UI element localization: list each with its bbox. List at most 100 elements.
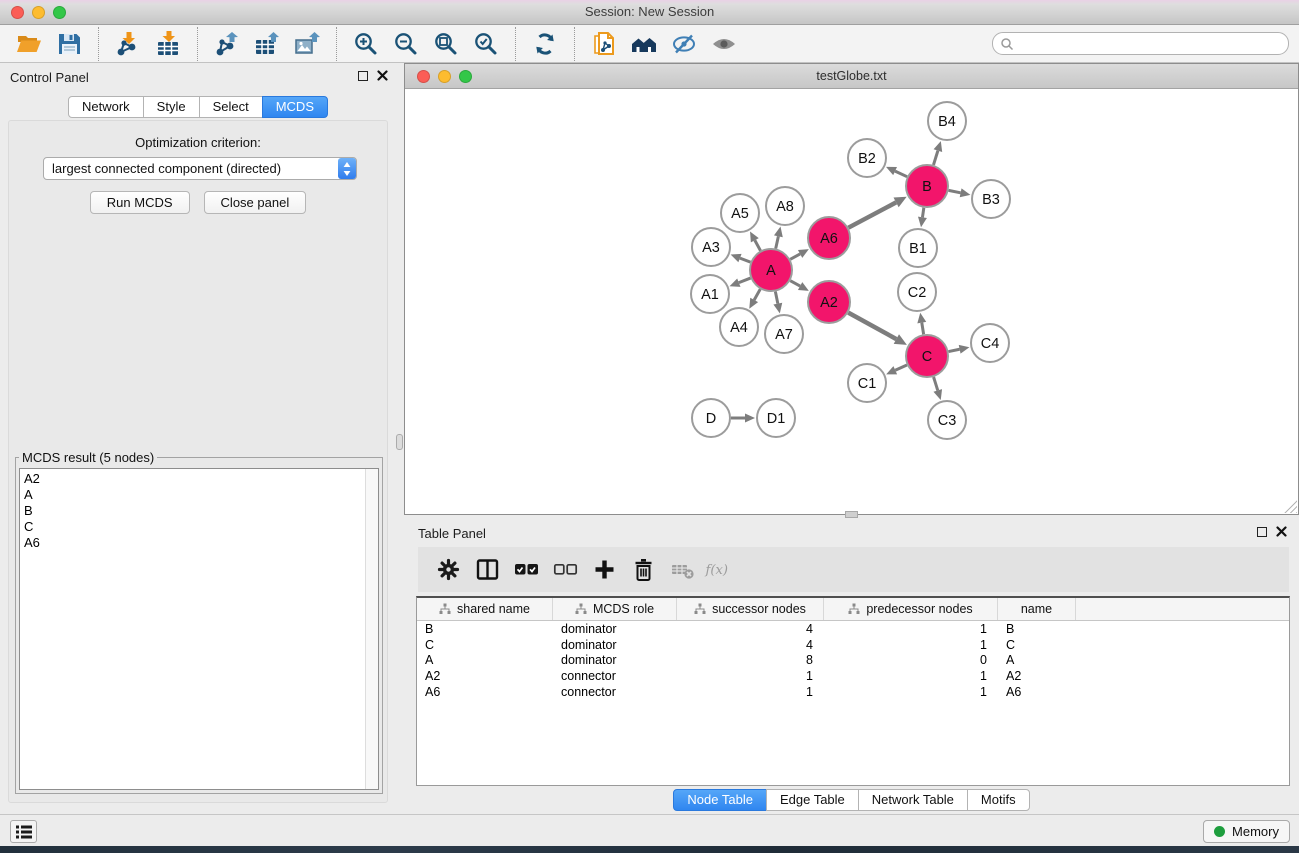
graph-node-C3[interactable]: C3	[928, 401, 966, 439]
tab-network-table[interactable]: Network Table	[858, 789, 968, 811]
graph-node-D[interactable]: D	[692, 399, 730, 437]
export-table-icon[interactable]	[247, 29, 287, 59]
graph-node-A3[interactable]: A3	[692, 228, 730, 266]
graph-edge-A-A4[interactable]	[749, 289, 760, 309]
graph-edge-A-A2[interactable]	[790, 281, 809, 291]
graph-node-B3[interactable]: B3	[972, 180, 1010, 218]
tab-style[interactable]: Style	[143, 96, 200, 118]
graph-edge-A2-C[interactable]	[848, 313, 907, 345]
table-cell[interactable]: 1	[824, 621, 998, 637]
optimization-criterion-select[interactable]: largest connected component (directed)	[43, 157, 357, 180]
graph-node-B1[interactable]: B1	[899, 229, 937, 267]
function-builder-icon[interactable]: f(x)	[704, 554, 738, 586]
refresh-layout-icon[interactable]	[525, 29, 565, 59]
close-panel-icon[interactable]	[377, 70, 388, 81]
mcds-result-item[interactable]: B	[20, 503, 378, 519]
table-row[interactable]: Cdominator41C	[417, 637, 1289, 653]
table-cell[interactable]: 4	[677, 621, 824, 637]
zoom-out-icon[interactable]	[386, 29, 426, 59]
tab-node-table[interactable]: Node Table	[673, 789, 767, 811]
graph-node-A7[interactable]: A7	[765, 315, 803, 353]
graph-edge-C-C3[interactable]	[933, 377, 942, 400]
table-float-panel-icon[interactable]	[1257, 527, 1267, 537]
close-panel-button[interactable]: Close panel	[204, 191, 307, 214]
graph-node-A1[interactable]: A1	[691, 275, 729, 313]
zoom-selected-icon[interactable]	[466, 29, 506, 59]
table-cell[interactable]: 1	[824, 668, 998, 684]
graph-edge-C-C4[interactable]	[949, 345, 970, 354]
column-header-MCDS-role[interactable]: MCDS role	[553, 598, 677, 620]
mcds-result-list[interactable]: A2ABCA6	[19, 468, 379, 790]
toggle-column-view-icon[interactable]	[470, 554, 504, 586]
table-cell[interactable]: dominator	[553, 621, 677, 637]
table-cell[interactable]: 0	[824, 653, 998, 669]
graph-edge-A6-B[interactable]	[848, 197, 906, 228]
graph-node-C2[interactable]: C2	[898, 273, 936, 311]
graph-node-C[interactable]: C	[906, 335, 948, 377]
table-row[interactable]: Bdominator41B	[417, 621, 1289, 637]
table-cell[interactable]: dominator	[553, 637, 677, 653]
export-network-icon[interactable]	[207, 29, 247, 59]
tab-network[interactable]: Network	[68, 96, 144, 118]
graph-edge-C-C1[interactable]	[886, 365, 907, 374]
table-row[interactable]: A6connector11A6	[417, 684, 1289, 700]
graph-node-C1[interactable]: C1	[848, 364, 886, 402]
graph-node-C4[interactable]: C4	[971, 324, 1009, 362]
table-cell[interactable]: 1	[824, 637, 998, 653]
result-scrollbar[interactable]	[365, 469, 378, 789]
table-cell[interactable]: dominator	[553, 653, 677, 669]
table-cell[interactable]: A6	[998, 684, 1076, 700]
deselect-all-checkboxes-icon[interactable]	[548, 554, 582, 586]
table-cell[interactable]: 8	[677, 653, 824, 669]
zoom-fit-icon[interactable]	[426, 29, 466, 59]
graph-edge-B-B4[interactable]	[933, 141, 942, 165]
table-cell[interactable]: 4	[677, 637, 824, 653]
graph-edge-A-A5[interactable]	[750, 231, 760, 250]
open-file-icon[interactable]	[9, 29, 49, 59]
table-cell[interactable]: B	[998, 621, 1076, 637]
table-cell[interactable]: C	[417, 637, 553, 653]
home-icon[interactable]	[624, 29, 664, 59]
graph-node-A6[interactable]: A6	[808, 217, 850, 259]
table-cell[interactable]: B	[417, 621, 553, 637]
graph-node-A4[interactable]: A4	[720, 308, 758, 346]
network-window-titlebar[interactable]: testGlobe.txt	[405, 64, 1298, 89]
graph-edge-B-B2[interactable]	[886, 167, 907, 177]
table-cell[interactable]: A2	[998, 668, 1076, 684]
run-mcds-button[interactable]: Run MCDS	[90, 191, 190, 214]
column-header-name[interactable]: name	[998, 598, 1076, 620]
show-hide-graphics-details-icon[interactable]	[664, 29, 704, 59]
graph-edge-C-C2[interactable]	[917, 313, 926, 335]
graph-edge-D-D1[interactable]	[731, 414, 755, 423]
mcds-result-item[interactable]: A2	[20, 471, 378, 487]
table-row[interactable]: A2connector11A2	[417, 668, 1289, 684]
float-panel-icon[interactable]	[358, 71, 368, 81]
select-all-checkboxes-icon[interactable]	[509, 554, 543, 586]
table-cell[interactable]: 1	[677, 668, 824, 684]
mcds-result-item[interactable]: A	[20, 487, 378, 503]
delete-column-icon[interactable]	[626, 554, 660, 586]
save-session-icon[interactable]	[49, 29, 89, 59]
add-column-icon[interactable]	[587, 554, 621, 586]
graph-node-A8[interactable]: A8	[766, 187, 804, 225]
graph-node-D1[interactable]: D1	[757, 399, 795, 437]
column-header-shared-name[interactable]: shared name	[417, 598, 553, 620]
table-cell[interactable]: 1	[677, 684, 824, 700]
task-history-button[interactable]	[10, 820, 37, 843]
table-cell[interactable]: A	[417, 653, 553, 669]
graph-node-A[interactable]: A	[750, 249, 792, 291]
settings-gear-icon[interactable]	[431, 554, 465, 586]
delete-table-icon[interactable]	[665, 554, 699, 586]
table-cell[interactable]: connector	[553, 668, 677, 684]
graph-edge-A-A8[interactable]	[774, 227, 783, 249]
table-row[interactable]: Adominator80A	[417, 653, 1289, 669]
mcds-result-item[interactable]: A6	[20, 535, 378, 551]
tab-edge-table[interactable]: Edge Table	[766, 789, 859, 811]
network-hscroll-handle[interactable]	[845, 511, 858, 518]
eye-disabled-icon[interactable]	[704, 29, 744, 59]
table-cell[interactable]: A2	[417, 668, 553, 684]
table-cell[interactable]: A6	[417, 684, 553, 700]
graph-edge-A-A6[interactable]	[790, 249, 809, 259]
new-network-document-icon[interactable]	[584, 29, 624, 59]
table-cell[interactable]: connector	[553, 684, 677, 700]
